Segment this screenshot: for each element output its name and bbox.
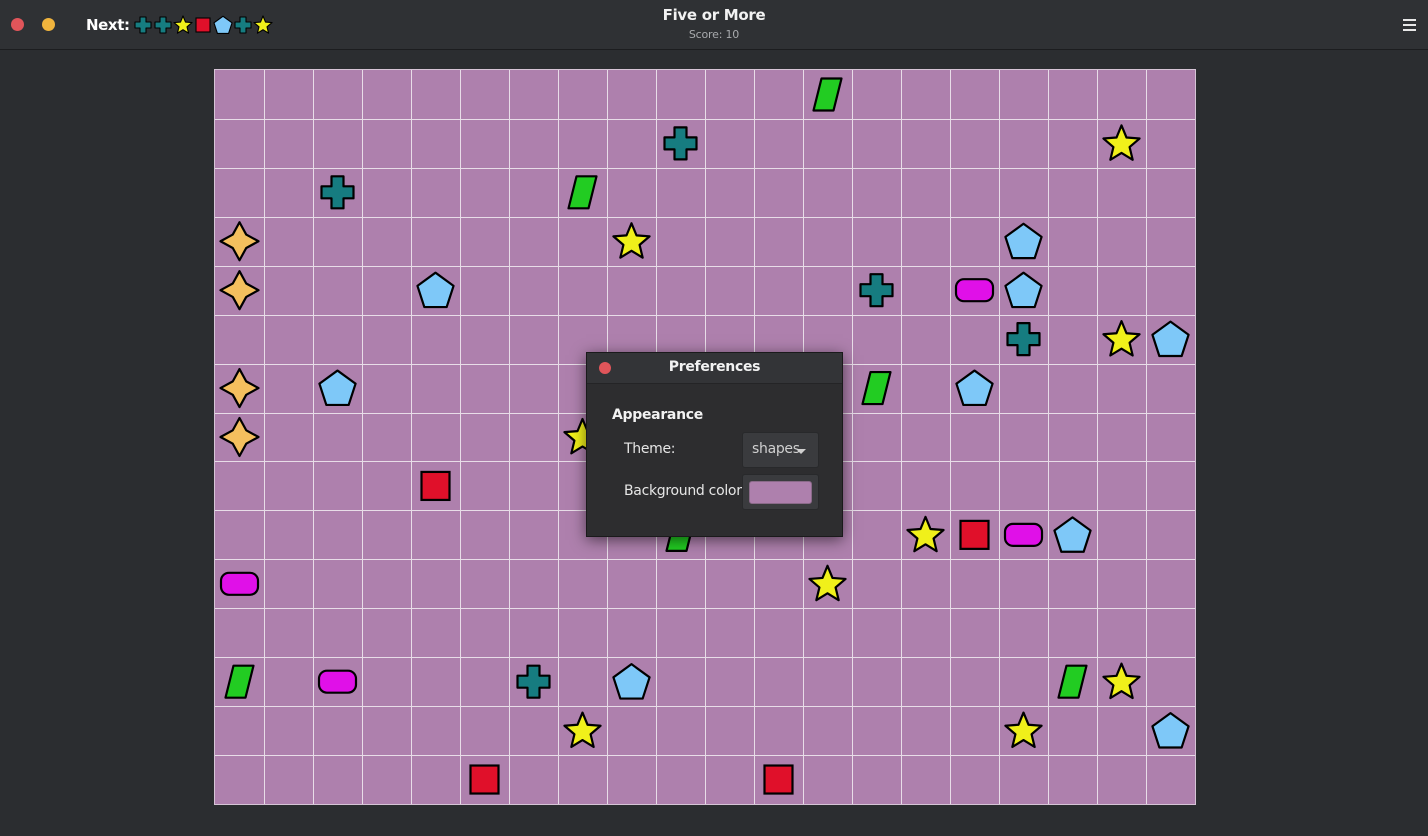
piece-square[interactable] xyxy=(763,764,794,795)
chevron-down-icon xyxy=(796,449,806,454)
score-label: Score: 10 xyxy=(688,28,740,41)
theme-combobox[interactable]: shapes xyxy=(742,432,819,468)
preferences-dialog: Preferences Appearance Theme: shapes Bac… xyxy=(586,352,843,537)
header-bar: Next: Five or More Score: 10 xyxy=(0,0,1428,50)
piece-square[interactable] xyxy=(959,519,990,550)
appearance-section-heading: Appearance xyxy=(612,407,703,423)
app-title: Five or More xyxy=(662,6,766,24)
main-menu-button[interactable] xyxy=(1400,15,1420,35)
theme-combobox-value: shapes xyxy=(752,441,800,457)
piece-pill[interactable] xyxy=(1003,522,1044,547)
piece-pill[interactable] xyxy=(317,669,358,694)
preferences-title: Preferences xyxy=(668,359,761,375)
background-color-button[interactable] xyxy=(742,474,819,510)
piece-square[interactable] xyxy=(420,470,451,502)
preferences-dialog-header: Preferences xyxy=(587,353,842,384)
background-color-label: Background color: xyxy=(624,483,746,499)
piece-pill[interactable] xyxy=(954,278,995,303)
piece-square[interactable] xyxy=(469,764,500,795)
hamburger-menu-icon xyxy=(1403,19,1416,31)
theme-label: Theme: xyxy=(624,441,676,457)
piece-pill[interactable] xyxy=(219,571,260,596)
background-color-swatch xyxy=(749,481,812,504)
